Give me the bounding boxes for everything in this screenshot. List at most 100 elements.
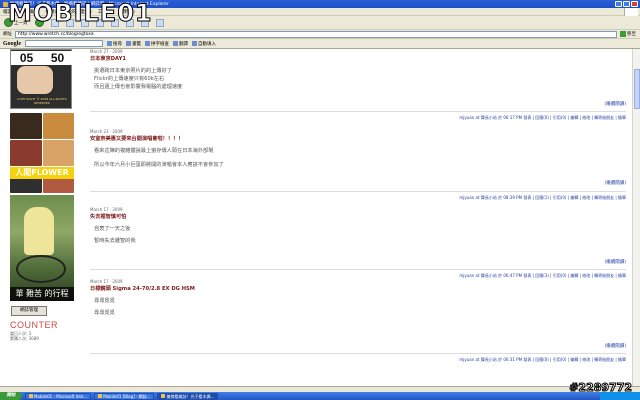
stop-button[interactable] [49, 18, 61, 28]
vertical-scrollbar[interactable] [632, 49, 640, 386]
photo-banner-title: 人間FLOWER [10, 167, 74, 179]
google-search-label: 搜尋 [113, 41, 122, 47]
blog-manage-button[interactable]: 網誌管理 [11, 306, 47, 316]
back-arrow-icon [4, 18, 13, 27]
post-actions[interactable]: at 舞長小站 於 08:39 PM 發表 | 回應(1) | 引用(0) | … [476, 195, 626, 200]
google-translate-label: 翻譯 [179, 41, 188, 47]
post-line: 尋尋覓覓 [94, 310, 115, 316]
read-more-link[interactable]: (繼續閱讀) [604, 343, 626, 349]
address-label: 網址 [3, 32, 12, 37]
ie-icon [98, 394, 103, 398]
post-author[interactable]: mjyuan [459, 195, 474, 200]
post-author[interactable]: mjyuan [459, 115, 474, 120]
window-title: 擁擠看雜誌！光子看木偶 - 擁擠看雜誌 | 網誌看 - Microsoft In… [10, 2, 169, 7]
post-line: 所以今年六月小巨蛋即將開的演唱會本人應該不會參加了 [94, 162, 224, 168]
cyclist-figure [24, 207, 54, 255]
history-button[interactable] [124, 18, 136, 28]
taskbar-item-label: 擁擠看雜誌！光子看木偶... [166, 393, 215, 399]
cat-mascot-image [17, 66, 53, 94]
google-autofill-button[interactable]: 自動填入 [192, 41, 216, 47]
post-title[interactable]: 日本東京DAY1 [90, 55, 626, 62]
forward-button[interactable] [33, 17, 46, 28]
back-button[interactable]: 上一頁 [2, 17, 30, 28]
go-button[interactable]: 移至 [620, 31, 640, 38]
menu-help[interactable]: 說明(H) [119, 9, 135, 15]
google-search-button[interactable]: 搜尋 [107, 41, 122, 47]
post-divider [90, 111, 626, 112]
menu-edit[interactable]: 編輯(E) [24, 9, 39, 15]
google-search-input[interactable] [25, 40, 103, 47]
taskbar-item-active[interactable]: 擁擠看雜誌！光子看木偶... [157, 392, 219, 400]
post-meta: mjyuan at 舞長小站 於 08:39 PM 發表 | 回應(1) | 引… [459, 195, 626, 201]
scrollbar-thumb[interactable] [634, 69, 640, 109]
translate-icon [173, 41, 178, 46]
taskbar-item[interactable]: Mobile01 [Blog] - 網誌... [94, 392, 155, 400]
calendar-widget: 05 50 COPY RIGHT © 2008 ALL RIGHTS RESER… [10, 49, 73, 109]
menu-tools[interactable]: 工具(T) [98, 9, 113, 15]
blog-post-list: March 27 · 2009 日本東京DAY1 挑選跨日本東京照片的的上傳好了… [90, 49, 626, 386]
google-bookmark-button[interactable]: 書籤 [126, 41, 141, 47]
back-label: 上一頁 [14, 20, 28, 26]
album-photo[interactable] [10, 113, 42, 139]
cyclist-photo[interactable]: 單 難苦 的行程 [10, 195, 74, 301]
album-photo[interactable] [42, 140, 74, 166]
counter-stats: 當日人次: 3 累積人次: 3089 [10, 331, 39, 341]
menu-bar: 檔案(F) 編輯(E) 檢視(V) 我的最愛(A) 工具(T) 說明(H) [0, 8, 640, 16]
read-more-link[interactable]: (繼續閱讀) [604, 180, 626, 186]
address-input[interactable]: http://www.wretch.cc/blog/egtoxa [15, 30, 617, 38]
post-line: Flickr的上傳速度只有60k左右 [94, 76, 165, 82]
post-actions[interactable]: at 舞長小站 於 06:31 PM 發表 | 回應(0) | 引用(0) | … [476, 357, 626, 362]
search-icon [95, 18, 104, 27]
post-date: March 27 · 2009 [90, 49, 123, 54]
menu-file[interactable]: 檔案(F) [3, 9, 18, 15]
read-more-link[interactable]: (繼續閱讀) [604, 259, 626, 265]
search-button[interactable] [94, 18, 106, 28]
post-body: 自衷了一天之後 暫時失去邏智的我 [90, 225, 626, 245]
taskbar-item-label: Mobile01 - Microsoft Inte... [34, 393, 88, 399]
minimize-button[interactable] [615, 1, 622, 7]
album-photo[interactable] [10, 140, 42, 166]
go-arrow-icon [620, 31, 626, 37]
post-date: March 17 · 2009 [90, 207, 123, 212]
windows-taskbar: 開始 Mobile01 - Microsoft Inte... Mobile01… [0, 392, 640, 400]
taskbar-item-label: Mobile01 [Blog] - 網誌... [103, 393, 151, 399]
post-line: 看來這陣的複雜體說最上蠻存傳人頭在日本海外部場 [94, 148, 214, 154]
address-bar: 網址 http://www.wretch.cc/blog/egtoxa 移至 [0, 30, 640, 39]
google-spellcheck-button[interactable]: 拼字檢查 [145, 41, 169, 47]
album-photo[interactable] [42, 113, 74, 139]
post-actions[interactable]: at 舞長小站 於 06:17 PM 發表 | 回應(0) | 引用(0) | … [476, 115, 626, 120]
stop-icon [50, 18, 59, 27]
refresh-button[interactable] [64, 18, 76, 28]
page-content: 05 50 COPY RIGHT © 2008 ALL RIGHTS RESER… [0, 49, 632, 386]
autofill-icon [192, 41, 197, 46]
print-button[interactable] [154, 18, 166, 28]
mail-icon [140, 18, 149, 27]
post-meta: mjyuan at 舞長小站 於 06:31 PM 發表 | 回應(0) | 引… [459, 357, 626, 363]
post-actions[interactable]: at 舞長小站 於 06:47 PM 發表 | 回應(3) | 引用(0) | … [476, 273, 626, 278]
refresh-icon [65, 18, 74, 27]
blog-post: March 23 · 2009 安室奈美惠又要來台開演唱會啦！！！！ 看來這陣的… [90, 129, 626, 200]
star-icon [110, 18, 119, 27]
maximize-button[interactable] [623, 1, 630, 7]
start-button[interactable]: 開始 [0, 392, 22, 400]
read-more-link[interactable]: (繼續閱讀) [604, 101, 626, 107]
post-title[interactable]: 日標鏡頭 Sigma 24-70/2.8 EX DG HSM [90, 285, 626, 292]
mail-button[interactable] [139, 18, 151, 28]
google-translate-button[interactable]: 翻譯 [173, 41, 188, 47]
post-line: 暫時失去邏智的我 [94, 238, 136, 244]
post-title[interactable]: 安室奈美惠又要來台開演唱會啦！！！！ [90, 135, 626, 142]
menu-favorites[interactable]: 我的最愛(A) [67, 9, 92, 15]
favorites-button[interactable] [109, 18, 121, 28]
taskbar-item[interactable]: Mobile01 - Microsoft Inte... [25, 392, 92, 400]
post-author[interactable]: mjyuan [459, 273, 474, 278]
close-button[interactable] [631, 1, 638, 7]
google-toolbar: Google 搜尋 書籤 拼字檢查 翻譯 自動填入 [0, 39, 640, 49]
home-button[interactable] [79, 18, 91, 28]
menu-view[interactable]: 檢視(V) [45, 9, 61, 15]
post-title[interactable]: 失去裡智慎可怕 [90, 213, 626, 220]
post-author[interactable]: mjyuan [459, 357, 474, 362]
post-date: March 23 · 2009 [90, 129, 123, 134]
blog-sidebar: 05 50 COPY RIGHT © 2008 ALL RIGHTS RESER… [8, 49, 76, 386]
forward-arrow-icon [34, 18, 44, 27]
post-meta: mjyuan at 舞長小站 於 06:17 PM 發表 | 回應(0) | 引… [459, 115, 626, 121]
